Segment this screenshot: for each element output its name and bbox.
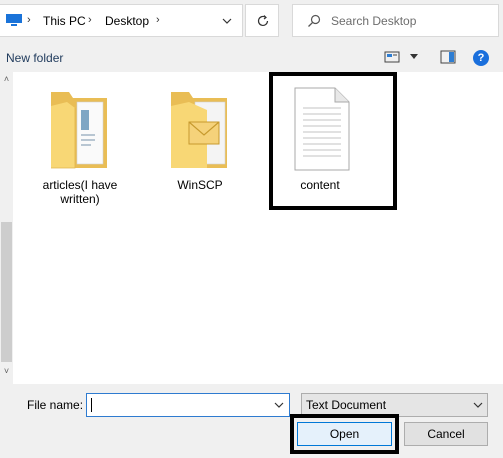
chevron-right-icon: › (27, 14, 31, 26)
chevron-down-icon[interactable] (220, 14, 234, 28)
folder-icon (171, 92, 227, 168)
text-caret (91, 398, 92, 412)
file-item-winscp[interactable]: WinSCP (158, 88, 242, 192)
scroll-thumb[interactable] (1, 222, 12, 362)
file-name-combobox[interactable] (86, 393, 290, 417)
view-dropdown-icon[interactable] (410, 54, 418, 60)
file-name-label: articles(I have written) (42, 178, 118, 206)
scroll-down-icon[interactable]: ˅ (0, 366, 13, 382)
cancel-button[interactable]: Cancel (404, 422, 488, 446)
file-type-value: Text Document (306, 398, 387, 412)
change-view-icon[interactable] (384, 50, 400, 64)
highlight-annotation (269, 72, 397, 210)
search-input[interactable] (331, 5, 491, 36)
preview-pane-icon[interactable] (440, 50, 456, 64)
file-name-input[interactable] (91, 396, 267, 414)
file-list-pane[interactable]: ˄ ˅ articles(I have written) WinSCP cont… (0, 72, 503, 384)
search-box[interactable] (292, 4, 499, 37)
this-pc-icon (6, 14, 22, 26)
new-folder-button[interactable]: New folder (6, 51, 63, 65)
file-item-articles[interactable]: articles(I have written) (38, 88, 122, 206)
file-name-label: WinSCP (177, 178, 223, 192)
file-name-label: File name: (27, 398, 84, 412)
breadcrumb-this-pc[interactable]: This PC (43, 14, 86, 28)
folder-icon (51, 92, 107, 169)
chevron-down-icon[interactable] (472, 400, 484, 410)
scroll-up-icon[interactable]: ˄ (0, 74, 13, 90)
breadcrumb-desktop[interactable]: Desktop (105, 14, 149, 28)
open-button[interactable]: Open (297, 422, 392, 446)
search-icon (308, 14, 321, 27)
help-button[interactable]: ? (473, 50, 489, 66)
chevron-down-icon[interactable] (273, 400, 285, 410)
address-bar[interactable]: › This PC › Desktop › (0, 4, 243, 37)
refresh-button[interactable] (245, 4, 279, 37)
refresh-icon (257, 15, 269, 27)
toolbar: New folder ? (0, 44, 503, 71)
chevron-right-icon: › (156, 14, 160, 26)
vertical-scrollbar[interactable]: ˄ ˅ (0, 72, 13, 384)
chevron-right-icon: › (88, 14, 92, 26)
